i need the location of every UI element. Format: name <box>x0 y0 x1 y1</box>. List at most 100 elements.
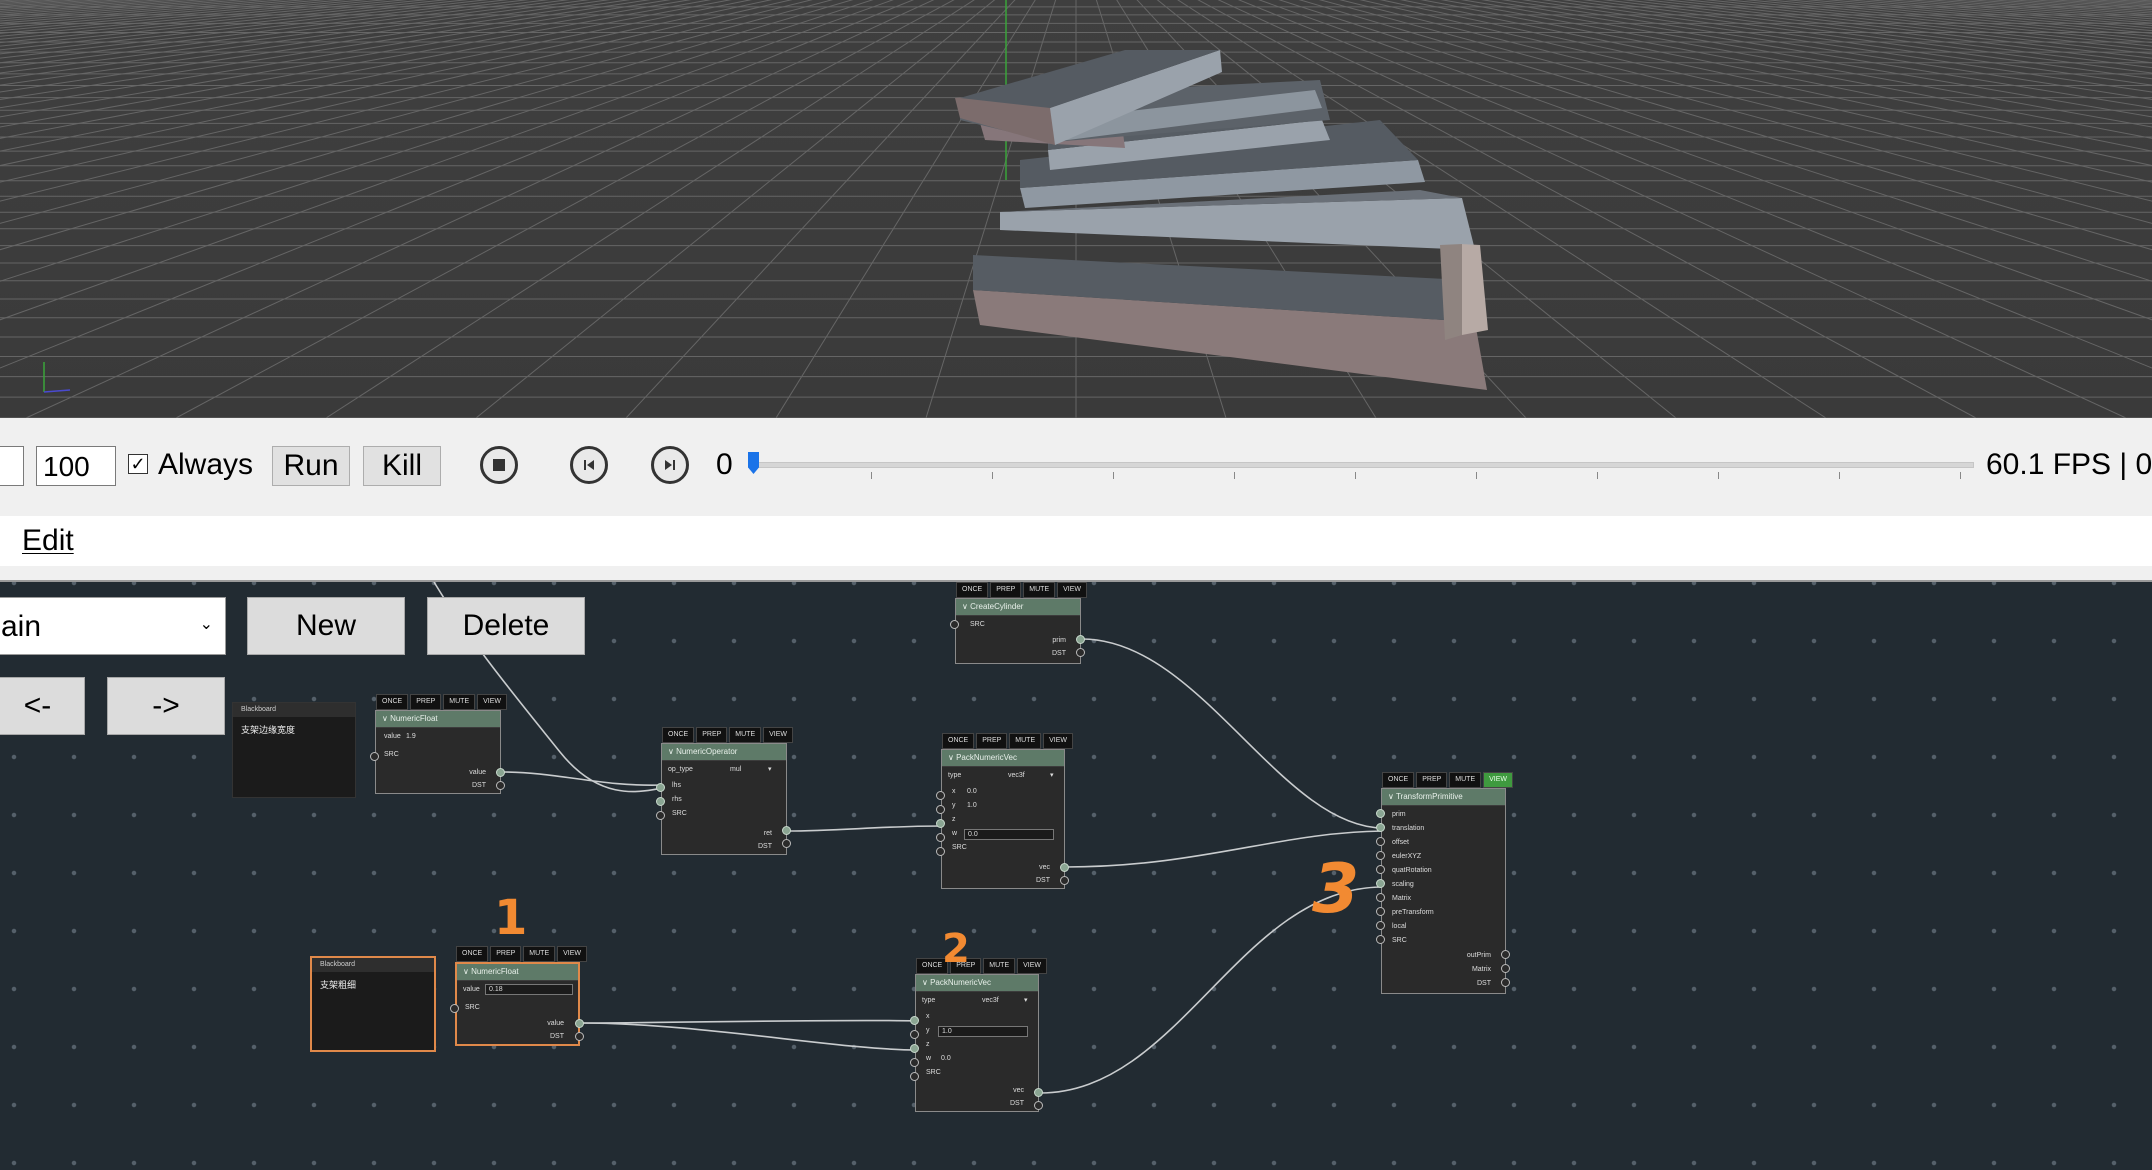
node-transform-primitive[interactable]: ∨ TransformPrimitive prim translation of… <box>1381 788 1506 994</box>
y-field[interactable]: 1.0 <box>964 801 1054 812</box>
socket[interactable] <box>1501 964 1510 973</box>
socket[interactable] <box>575 1019 584 1028</box>
menu-edit[interactable]: Edit <box>22 524 74 558</box>
socket[interactable] <box>910 1058 919 1067</box>
blackboard-note[interactable]: Blackboard 支架边缘宽度 <box>232 702 356 798</box>
prep-toggle[interactable]: PREP <box>976 733 1008 749</box>
stop-button[interactable] <box>480 446 518 484</box>
prep-toggle[interactable]: PREP <box>990 582 1022 598</box>
value-field[interactable]: 1.9 <box>406 733 416 740</box>
prep-toggle[interactable]: PREP <box>696 727 728 743</box>
socket[interactable] <box>936 791 945 800</box>
socket[interactable] <box>370 752 379 761</box>
socket[interactable] <box>1376 907 1385 916</box>
next-frame-button[interactable] <box>651 446 689 484</box>
op-type-select[interactable]: mul <box>730 766 741 773</box>
socket[interactable] <box>496 768 505 777</box>
new-graph-button[interactable]: New <box>247 597 405 655</box>
view-toggle[interactable]: VIEW <box>557 946 588 962</box>
prev-graph-button[interactable]: <- <box>0 677 85 735</box>
socket[interactable] <box>950 620 959 629</box>
mute-toggle[interactable]: MUTE <box>1009 733 1042 749</box>
socket[interactable] <box>656 783 665 792</box>
y-field[interactable]: 1.0 <box>938 1026 1028 1037</box>
frame-slider[interactable] <box>748 452 1974 498</box>
value-field[interactable]: 0.18 <box>485 984 573 995</box>
socket[interactable] <box>936 847 945 856</box>
socket[interactable] <box>936 833 945 842</box>
kill-button[interactable]: Kill <box>363 446 441 486</box>
type-select[interactable]: vec3f <box>1008 772 1025 779</box>
run-button[interactable]: Run <box>272 446 350 486</box>
slider-handle[interactable] <box>748 452 759 474</box>
view-toggle[interactable]: VIEW <box>477 694 508 710</box>
node-editor[interactable]: ain ⌄ New Delete <- -> Blackboard 支架边缘宽度… <box>0 582 2152 1170</box>
socket[interactable] <box>1376 893 1385 902</box>
3d-viewport[interactable] <box>0 0 2152 418</box>
socket[interactable] <box>1376 851 1385 860</box>
socket[interactable] <box>1501 978 1510 987</box>
socket[interactable] <box>656 811 665 820</box>
socket[interactable] <box>1076 648 1085 657</box>
once-toggle[interactable]: ONCE <box>662 727 695 743</box>
socket[interactable] <box>1376 809 1385 818</box>
blackboard-text[interactable]: 支架粗细 <box>312 972 434 997</box>
view-toggle[interactable]: VIEW <box>1483 772 1514 788</box>
mute-toggle[interactable]: MUTE <box>729 727 762 743</box>
socket[interactable] <box>782 826 791 835</box>
frame-count-input[interactable]: 100 <box>36 446 116 486</box>
mute-toggle[interactable]: MUTE <box>523 946 556 962</box>
socket[interactable] <box>1376 823 1385 832</box>
socket[interactable] <box>656 797 665 806</box>
type-select[interactable]: vec3f <box>982 997 999 1004</box>
start-frame-input[interactable] <box>0 446 24 486</box>
prev-frame-button[interactable] <box>570 446 608 484</box>
prep-toggle[interactable]: PREP <box>1416 772 1448 788</box>
view-toggle[interactable]: VIEW <box>1017 958 1048 974</box>
socket[interactable] <box>1501 950 1510 959</box>
socket[interactable] <box>1060 876 1069 885</box>
prep-toggle[interactable]: PREP <box>490 946 522 962</box>
mute-toggle[interactable]: MUTE <box>1023 582 1056 598</box>
socket[interactable] <box>1376 921 1385 930</box>
socket[interactable] <box>910 1072 919 1081</box>
once-toggle[interactable]: ONCE <box>1382 772 1415 788</box>
always-checkbox[interactable]: ✓ <box>128 454 148 474</box>
socket[interactable] <box>450 1004 459 1013</box>
mute-toggle[interactable]: MUTE <box>983 958 1016 974</box>
graph-select[interactable]: ain ⌄ <box>0 597 226 655</box>
socket[interactable] <box>910 1016 919 1025</box>
mute-toggle[interactable]: MUTE <box>443 694 476 710</box>
socket[interactable] <box>1376 935 1385 944</box>
socket[interactable] <box>1076 635 1085 644</box>
socket[interactable] <box>1376 865 1385 874</box>
node-numeric-float[interactable]: ∨ NumericFloat value 0.18 SRC value DST <box>455 962 580 1046</box>
socket[interactable] <box>1034 1101 1043 1110</box>
socket[interactable] <box>496 781 505 790</box>
socket[interactable] <box>1060 863 1069 872</box>
node-pack-numeric-vec[interactable]: ∨ PackNumericVec type vec3f ▾ x 0.0 y 1.… <box>941 749 1065 889</box>
w-field[interactable]: 0.0 <box>964 829 1054 840</box>
socket[interactable] <box>910 1044 919 1053</box>
node-numeric-operator[interactable]: ∨ NumericOperator op_type mul ▾ lhs rhs … <box>661 743 787 855</box>
x-field[interactable]: 0.0 <box>964 787 1054 798</box>
delete-graph-button[interactable]: Delete <box>427 597 585 655</box>
blackboard-text[interactable]: 支架边缘宽度 <box>233 717 355 742</box>
socket[interactable] <box>1376 879 1385 888</box>
view-toggle[interactable]: VIEW <box>1057 582 1088 598</box>
socket[interactable] <box>1376 837 1385 846</box>
once-toggle[interactable]: ONCE <box>456 946 489 962</box>
socket[interactable] <box>910 1030 919 1039</box>
node-numeric-float[interactable]: ∨ NumericFloat value 1.9 SRC value DST <box>375 710 501 794</box>
view-toggle[interactable]: VIEW <box>1043 733 1074 749</box>
once-toggle[interactable]: ONCE <box>956 582 989 598</box>
blackboard-note[interactable]: Blackboard 支架粗细 <box>310 956 436 1052</box>
node-create-cylinder[interactable]: ∨ CreateCylinder SRC prim DST <box>955 598 1081 664</box>
socket[interactable] <box>1034 1088 1043 1097</box>
mute-toggle[interactable]: MUTE <box>1449 772 1482 788</box>
next-graph-button[interactable]: -> <box>107 677 225 735</box>
socket[interactable] <box>575 1032 584 1041</box>
once-toggle[interactable]: ONCE <box>942 733 975 749</box>
w-field[interactable]: 0.0 <box>938 1054 1028 1065</box>
once-toggle[interactable]: ONCE <box>376 694 409 710</box>
